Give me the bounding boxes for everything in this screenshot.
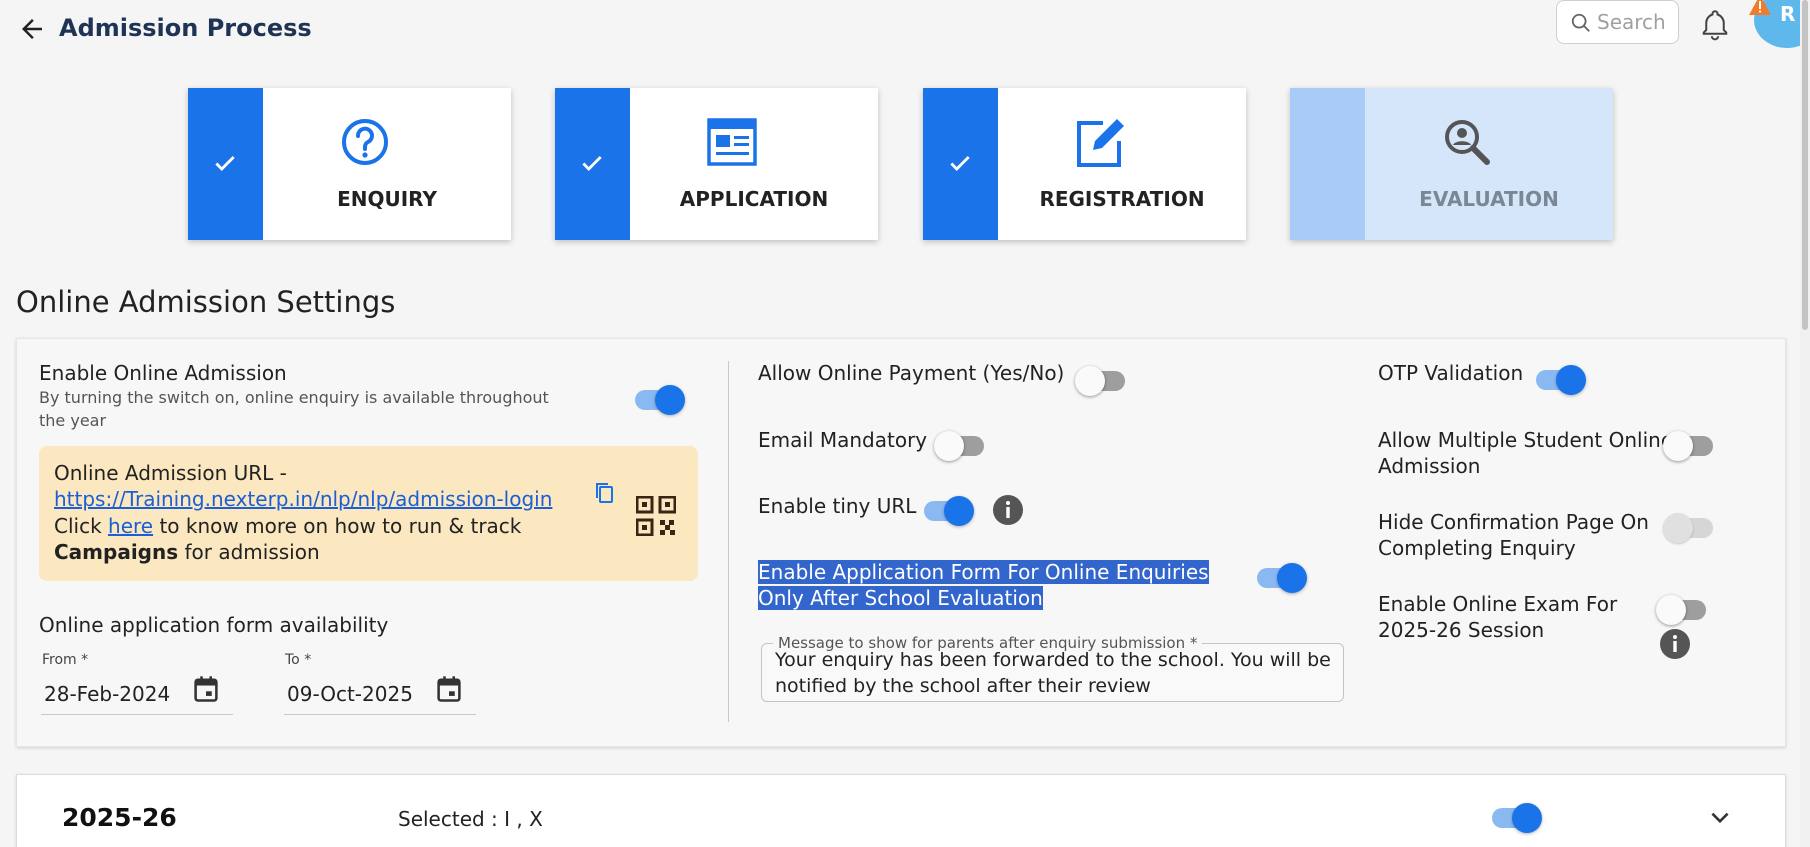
- scrollbar-thumb[interactable]: [1802, 0, 1808, 330]
- step-evaluation[interactable]: EVALUATION: [1290, 88, 1613, 240]
- info-icon[interactable]: [1660, 629, 1690, 659]
- column-divider: [728, 361, 729, 722]
- url-card-heading: Online Admission URL -: [54, 461, 287, 485]
- form-document-icon: [707, 118, 757, 166]
- session-selected-classes: Selected : I , X: [398, 807, 543, 831]
- copy-icon[interactable]: [593, 480, 617, 506]
- allow-multiple-student-label: Allow Multiple Student Online Admission: [1378, 428, 1674, 478]
- magnify-person-icon: [1445, 120, 1490, 165]
- qr-code-icon[interactable]: [636, 496, 676, 536]
- step-label: EVALUATION: [1419, 187, 1559, 211]
- enable-online-exam-label: Enable Online Exam For 2025-26 Session: [1378, 592, 1618, 642]
- step-application[interactable]: APPLICATION: [555, 88, 878, 240]
- enable-online-admission-toggle[interactable]: [631, 381, 685, 415]
- enable-application-form-label: Enable Application Form For Online Enqui…: [758, 560, 1209, 610]
- avatar-initial: R: [1780, 2, 1796, 26]
- top-bar: Admission Process R: [0, 0, 1810, 66]
- allow-online-payment-label: Allow Online Payment (Yes/No): [758, 361, 1065, 385]
- step-label: APPLICATION: [679, 187, 829, 211]
- to-date-underline: [284, 714, 476, 715]
- url-card-help-text: Click here to know more on how to run & …: [54, 514, 522, 564]
- enable-online-admission-label: Enable Online Admission: [39, 361, 287, 385]
- from-date-label: From *: [42, 652, 89, 668]
- section-title: Online Admission Settings: [16, 285, 396, 319]
- bell-icon[interactable]: [1700, 8, 1730, 46]
- enable-tiny-url-label: Enable tiny URL: [758, 494, 917, 518]
- page-title: Admission Process: [59, 14, 312, 42]
- edit-square-icon: [1077, 119, 1124, 167]
- allow-online-payment-toggle[interactable]: [1075, 362, 1127, 396]
- back-arrow-icon[interactable]: [17, 14, 47, 44]
- step-pending-strip: [1290, 88, 1365, 240]
- email-mandatory-label: Email Mandatory: [758, 428, 928, 452]
- session-year: 2025-26: [62, 803, 177, 832]
- session-row[interactable]: 2025-26 Selected : I , X: [16, 774, 1786, 847]
- enable-application-form-toggle[interactable]: [1253, 559, 1307, 593]
- step-registration[interactable]: REGISTRATION: [923, 88, 1246, 240]
- search-input[interactable]: [1597, 10, 1675, 34]
- otp-validation-toggle[interactable]: [1532, 361, 1586, 395]
- vertical-scrollbar[interactable]: [1800, 0, 1810, 847]
- chevron-down-icon[interactable]: [1707, 805, 1733, 831]
- warning-icon: [1748, 0, 1772, 20]
- here-link[interactable]: here: [108, 514, 153, 538]
- question-circle-icon: [342, 119, 388, 165]
- check-icon: [215, 156, 235, 171]
- enable-online-exam-toggle[interactable]: [1656, 591, 1708, 625]
- admission-url-link[interactable]: https://Training.nexterp.in/nlp/nlp/admi…: [54, 487, 552, 511]
- step-complete-strip: [188, 88, 263, 240]
- check-icon: [582, 156, 602, 171]
- to-date-input[interactable]: 09-Oct-2025: [287, 682, 413, 706]
- allow-multiple-student-toggle[interactable]: [1663, 427, 1715, 461]
- step-complete-strip: [555, 88, 630, 240]
- enable-tiny-url-toggle[interactable]: [920, 492, 974, 526]
- step-enquiry[interactable]: ENQUIRY: [188, 88, 511, 240]
- step-label: REGISTRATION: [1039, 187, 1205, 211]
- step-label: ENQUIRY: [337, 187, 437, 211]
- to-date-label: To *: [285, 652, 312, 668]
- otp-validation-label: OTP Validation: [1378, 361, 1524, 385]
- calendar-icon[interactable]: [192, 674, 220, 704]
- from-date-underline: [41, 714, 233, 715]
- search-icon: [1571, 13, 1590, 32]
- admission-url-card: Online Admission URL - https://Training.…: [39, 446, 698, 581]
- search-box[interactable]: [1556, 0, 1679, 44]
- hide-confirmation-label: Hide Confirmation Page On Completing Enq…: [1378, 510, 1649, 560]
- session-toggle[interactable]: [1488, 799, 1542, 833]
- step-complete-strip: [923, 88, 998, 240]
- info-icon[interactable]: [993, 495, 1023, 525]
- check-icon: [950, 156, 970, 171]
- availability-label: Online application form availability: [39, 613, 389, 637]
- parent-message-value[interactable]: Your enquiry has been forwarded to the s…: [775, 647, 1335, 699]
- hide-confirmation-toggle[interactable]: [1663, 509, 1715, 543]
- enable-online-admission-description: By turning the switch on, online enquiry…: [39, 388, 549, 430]
- from-date-input[interactable]: 28-Feb-2024: [44, 682, 170, 706]
- email-mandatory-toggle[interactable]: [934, 427, 986, 461]
- calendar-icon[interactable]: [435, 674, 463, 704]
